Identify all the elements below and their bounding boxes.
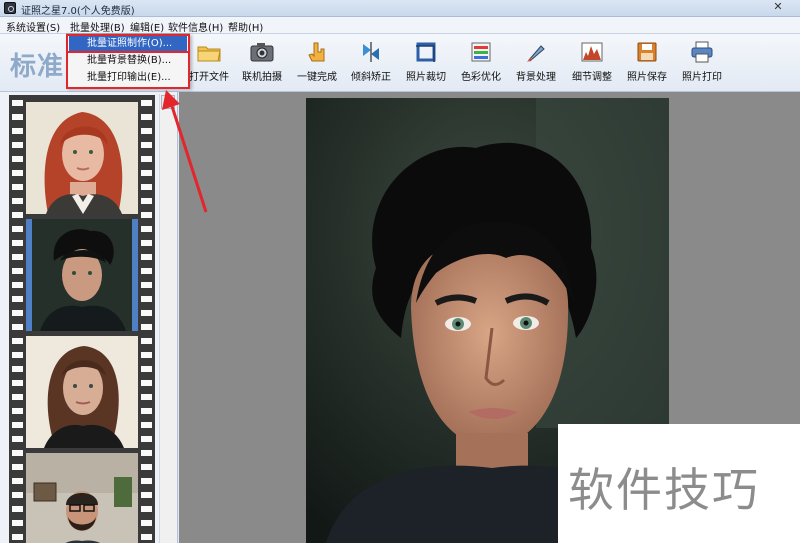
thumbnail-4[interactable] [26,453,138,543]
crop-label: 照片裁切 [406,72,446,83]
print-photo-button[interactable]: 照片打印 [673,40,731,88]
brand-label: 标准 [10,52,65,82]
watermark-panel: 软件技巧 [558,424,800,543]
menu-system-settings[interactable]: 系统设置(S) [6,19,60,34]
close-button[interactable]: ✕ [764,0,792,14]
folder-icon [197,46,221,62]
crop-button[interactable]: 照片裁切 [397,40,455,88]
background-button[interactable]: 背景处理 [507,40,565,88]
camera-app-icon [4,2,16,14]
printer-icon [691,41,713,63]
menu-bar: 系统设置(S) 批量处理(B) 编辑(E) 软件信息(H) 帮助(H) [0,17,800,34]
bearded-man-portrait [26,453,138,543]
app-window: 证照之星7.0(个人免费版) ✕ 系统设置(S) 批量处理(B) 编辑(E) 软… [0,0,800,543]
film-perforations-right [141,95,152,543]
highlight-box-dropdown [66,34,190,89]
tilt-correct-label: 倾斜矫正 [351,72,391,83]
hand-pointer-icon [308,42,325,62]
tethered-shoot-label: 联机拍摄 [242,72,282,83]
thumbnail-3[interactable] [26,336,138,448]
color-optimize-button[interactable]: 色彩优化 [452,40,510,88]
histogram-icon [581,42,603,62]
brown-haired-woman-portrait [26,336,138,448]
young-man-portrait [26,219,138,331]
background-label: 背景处理 [516,72,556,83]
menu-software-info[interactable]: 软件信息(H) [168,19,223,34]
menu-batch-processing[interactable]: 批量处理(B) [70,19,125,34]
watermark-text: 软件技巧 [568,463,760,517]
print-photo-label: 照片打印 [682,72,722,83]
one-click-label: 一键完成 [297,72,337,83]
save-disk-icon [637,42,657,62]
one-click-button[interactable]: 一键完成 [288,40,346,88]
red-arrow-annotation [162,90,208,213]
window-title: 证照之星7.0(个人免费版) [21,6,135,17]
camera-icon [250,43,274,62]
detail-adjust-label: 细节调整 [572,72,612,83]
detail-adjust-button[interactable]: 细节调整 [563,40,621,88]
thumbnail-2-selected[interactable] [26,219,138,331]
save-photo-label: 照片保存 [627,72,667,83]
filmstrip [9,95,155,543]
menu-edit[interactable]: 编辑(E) [130,19,164,34]
brush-icon [527,45,545,62]
title-bar: 证照之星7.0(个人免费版) ✕ [0,0,800,17]
film-perforations-left [12,95,23,543]
color-bars-icon [471,42,491,62]
menu-help[interactable]: 帮助(H) [228,19,263,34]
thumbnail-1[interactable] [26,102,138,214]
red-haired-woman-portrait [26,102,138,214]
crop-icon [416,42,436,62]
tethered-shoot-button[interactable]: 联机拍摄 [233,40,291,88]
thumbnail-panel: ▲ [0,92,178,543]
tilt-correct-button[interactable]: 倾斜矫正 [342,40,400,88]
tilt-correct-icon [363,42,379,62]
color-optimize-label: 色彩优化 [461,72,501,83]
save-photo-button[interactable]: 照片保存 [618,40,676,88]
